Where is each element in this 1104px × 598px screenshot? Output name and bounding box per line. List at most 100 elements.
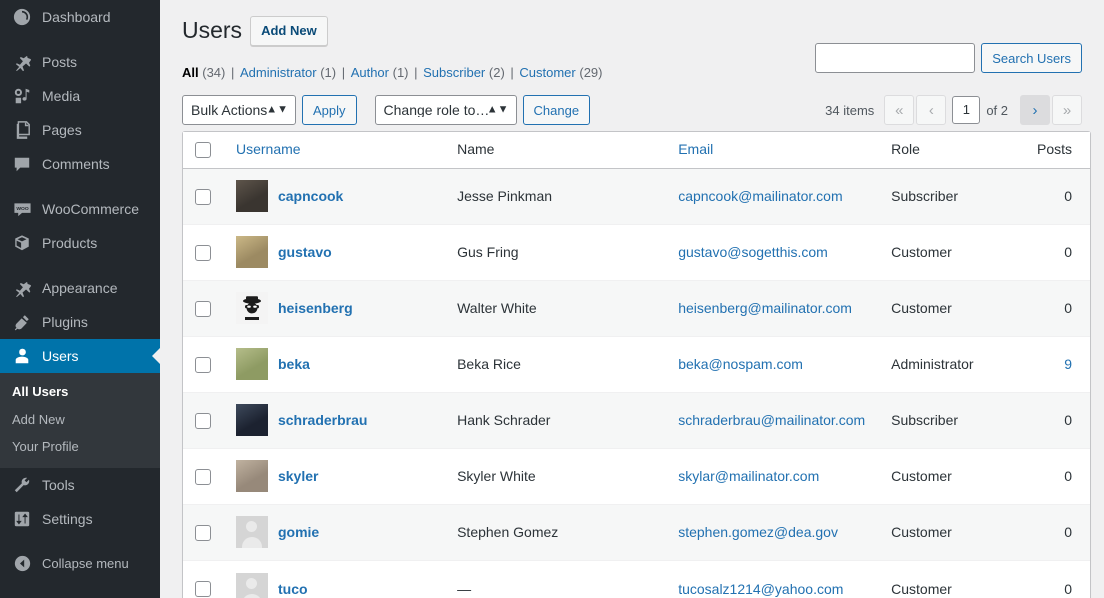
sidebar-item-label: WooCommerce (42, 202, 139, 216)
search-input[interactable] (815, 43, 975, 73)
sidebar-item-label: Posts (42, 55, 77, 69)
prev-page-button[interactable]: ‹ (916, 95, 946, 125)
filter-administrator: Administrator (1) | (240, 65, 351, 80)
filter-customer-link[interactable]: Customer (519, 65, 575, 80)
sidebar-item-posts[interactable]: Posts (0, 45, 160, 79)
sidebar-item-woocommerce[interactable]: WOO WooCommerce (0, 192, 160, 226)
select-all-checkbox[interactable] (195, 142, 211, 158)
sort-email-link[interactable]: Email (678, 141, 713, 157)
table-row: bekaBeka Ricebeka@nospam.comAdministrato… (183, 337, 1090, 393)
username-cell: tuco (226, 561, 447, 598)
username-link[interactable]: tuco (278, 581, 308, 597)
column-header-role: Role (881, 132, 1006, 169)
posts-count: 0 (1064, 581, 1072, 597)
collapse-menu-button[interactable]: Collapse menu (0, 547, 160, 581)
row-checkbox[interactable] (195, 357, 211, 373)
row-checkbox[interactable] (195, 245, 211, 261)
sidebar-subitem-add-new[interactable]: Add New (0, 406, 160, 434)
email-link[interactable]: skylar@mailinator.com (678, 468, 819, 484)
filter-all-link[interactable]: All (182, 65, 199, 80)
sidebar-item-settings[interactable]: Settings (0, 502, 160, 536)
name-cell: Beka Rice (447, 337, 668, 393)
row-checkbox[interactable] (195, 581, 211, 597)
collapse-menu-label: Collapse menu (42, 556, 129, 571)
email-link[interactable]: stephen.gomez@dea.gov (678, 524, 838, 540)
sidebar-item-dashboard[interactable]: Dashboard (0, 0, 160, 34)
displaying-num: 34 items (825, 103, 874, 118)
sidebar-item-products[interactable]: Products (0, 226, 160, 260)
row-checkbox[interactable] (195, 525, 211, 541)
apply-button[interactable]: Apply (302, 95, 357, 125)
pagination: 34 items « ‹ 1 of 2 › » (825, 95, 1082, 125)
filter-subscriber-link[interactable]: Subscriber (423, 65, 485, 80)
row-checkbox[interactable] (195, 189, 211, 205)
posts-count-link[interactable]: 9 (1064, 356, 1072, 372)
sidebar-subitem-all-users[interactable]: All Users (0, 378, 160, 406)
row-checkbox[interactable] (195, 469, 211, 485)
sidebar-item-pages[interactable]: Pages (0, 113, 160, 147)
change-role-select-wrap: Change role to… ▲▼ (375, 95, 517, 125)
sort-username-link[interactable]: Username (236, 141, 301, 157)
email-link[interactable]: schraderbrau@mailinator.com (678, 412, 865, 428)
email-link[interactable]: gustavo@sogetthis.com (678, 244, 828, 260)
role-cell: Customer (881, 449, 1006, 505)
bulk-actions-select-wrap: Bulk Actions ▲▼ (182, 95, 296, 125)
sidebar-subitem-your-profile[interactable]: Your Profile (0, 433, 160, 461)
sidebar-item-label: Appearance (42, 281, 118, 295)
total-pages-label: of 2 (986, 103, 1008, 118)
pin-icon (10, 52, 34, 72)
username-link[interactable]: beka (278, 356, 310, 372)
settings-icon (10, 509, 34, 529)
row-checkbox-cell (183, 561, 226, 598)
sidebar-item-media[interactable]: Media (0, 79, 160, 113)
posts-cell: 0 (1006, 225, 1090, 281)
filter-separator: | (505, 65, 520, 80)
role-cell: Customer (881, 225, 1006, 281)
sidebar-item-comments[interactable]: Comments (0, 147, 160, 181)
filter-author-link[interactable]: Author (351, 65, 389, 80)
username-link[interactable]: gomie (278, 524, 319, 540)
sidebar-item-tools[interactable]: Tools (0, 468, 160, 502)
sidebar-item-appearance[interactable]: Appearance (0, 271, 160, 305)
username-link[interactable]: gustavo (278, 244, 332, 260)
username-link[interactable]: capncook (278, 188, 343, 204)
posts-count: 0 (1064, 412, 1072, 428)
first-page-button[interactable]: « (884, 95, 914, 125)
filter-administrator-link[interactable]: Administrator (240, 65, 317, 80)
last-page-button[interactable]: » (1052, 95, 1082, 125)
sidebar-item-users[interactable]: Users (0, 339, 160, 373)
username-link[interactable]: skyler (278, 468, 318, 484)
email-link[interactable]: capncook@mailinator.com (678, 188, 842, 204)
sidebar-item-plugins[interactable]: Plugins (0, 305, 160, 339)
search-users-button[interactable]: Search Users (981, 43, 1082, 73)
username-cell: gomie (226, 505, 447, 561)
email-link[interactable]: heisenberg@mailinator.com (678, 300, 852, 316)
change-role-select[interactable]: Change role to… (375, 95, 517, 125)
change-button[interactable]: Change (523, 95, 591, 125)
paging-input: 1 of 2 (952, 96, 1014, 124)
row-checkbox[interactable] (195, 413, 211, 429)
role-cell: Subscriber (881, 393, 1006, 449)
row-checkbox-cell (183, 281, 226, 337)
email-link[interactable]: tucosalz1214@yahoo.com (678, 581, 843, 597)
username-cell: gustavo (226, 225, 447, 281)
next-page-button[interactable]: › (1020, 95, 1050, 125)
name-cell: — (447, 561, 668, 598)
email-link[interactable]: beka@nospam.com (678, 356, 803, 372)
posts-cell: 9 (1006, 337, 1090, 393)
add-new-button[interactable]: Add New (250, 16, 328, 46)
email-cell: gustavo@sogetthis.com (668, 225, 881, 281)
current-page-input[interactable]: 1 (952, 96, 980, 124)
email-cell: schraderbrau@mailinator.com (668, 393, 881, 449)
row-checkbox[interactable] (195, 301, 211, 317)
username-cell: schraderbrau (226, 393, 447, 449)
username-link[interactable]: schraderbrau (278, 412, 367, 428)
bulk-actions-select[interactable]: Bulk Actions (182, 95, 296, 125)
filter-customer: Customer (29) (519, 65, 602, 80)
plugins-icon (10, 312, 34, 332)
username-link[interactable]: heisenberg (278, 300, 353, 316)
filter-administrator-count: (1) (320, 65, 336, 80)
username-cell: heisenberg (226, 281, 447, 337)
email-cell: tucosalz1214@yahoo.com (668, 561, 881, 598)
users-table: Username Name Email Role Posts capncookJ… (182, 131, 1091, 598)
